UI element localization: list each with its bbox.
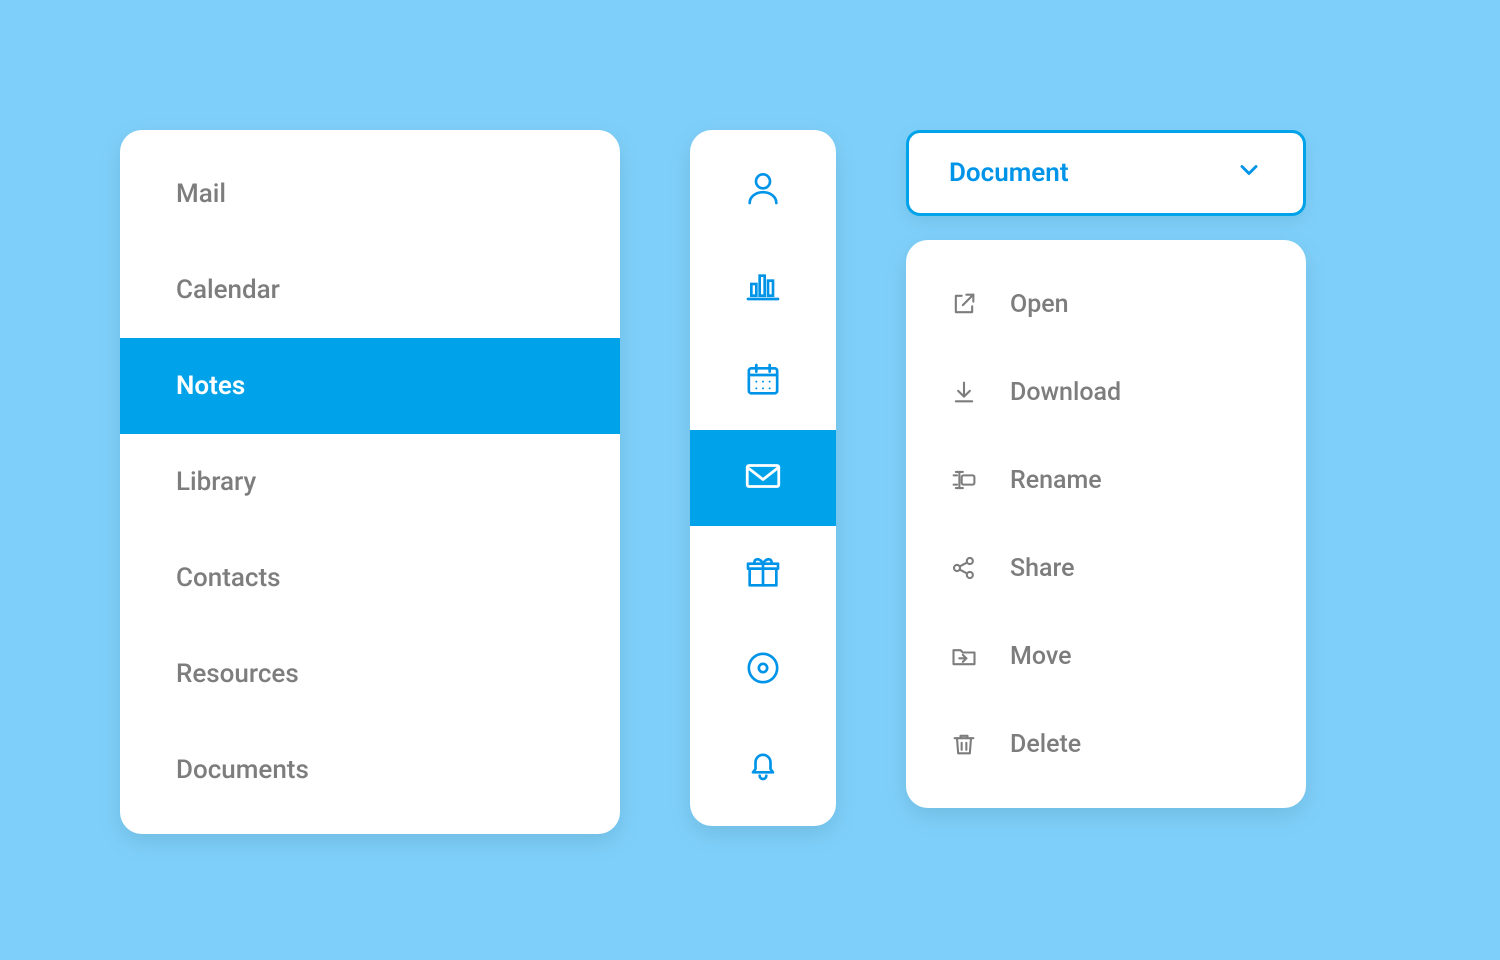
external-link-icon [948,288,980,320]
rail-item-gift[interactable] [690,526,836,622]
gift-icon [743,552,783,596]
rail-item-mail[interactable] [690,430,836,526]
sidebar-item-contacts[interactable]: Contacts [120,530,620,626]
sidebar-item-mail[interactable]: Mail [120,146,620,242]
chevron-down-icon [1235,156,1263,191]
dropdown-label: Document [949,158,1069,188]
menu-item-label: Move [1010,642,1072,671]
sidebar-item-resources[interactable]: Resources [120,626,620,722]
bar-chart-icon [743,264,783,308]
download-icon [948,376,980,408]
context-menu: Open Download Rename Share Move [906,240,1306,808]
menu-item-label: Rename [1010,466,1102,495]
sidebar-item-label: Library [176,467,256,497]
sidebar-item-calendar[interactable]: Calendar [120,242,620,338]
rail-item-disc[interactable] [690,622,836,718]
bell-icon [743,744,783,788]
rail-item-calendar[interactable] [690,334,836,430]
menu-item-label: Open [1010,290,1069,319]
rail-item-bell[interactable] [690,718,836,814]
sidebar-item-notes[interactable]: Notes [120,338,620,434]
right-column: Document Open Download Rename [906,130,1306,808]
menu-item-move[interactable]: Move [906,612,1306,700]
rename-icon [948,464,980,496]
trash-icon [948,728,980,760]
sidebar-item-documents[interactable]: Documents [120,722,620,818]
menu-item-label: Share [1010,554,1075,583]
calendar-icon [743,360,783,404]
sidebar-item-label: Resources [176,659,299,689]
share-icon [948,552,980,584]
sidebar-item-label: Documents [176,755,309,785]
folder-move-icon [948,640,980,672]
menu-item-share[interactable]: Share [906,524,1306,612]
sidebar-item-label: Notes [176,371,245,401]
sidebar-item-label: Mail [176,179,226,209]
disc-icon [743,648,783,692]
sidebar-item-library[interactable]: Library [120,434,620,530]
sidebar-navigation: Mail Calendar Notes Library Contacts Res… [120,130,620,834]
rail-item-user[interactable] [690,142,836,238]
menu-item-open[interactable]: Open [906,260,1306,348]
icon-rail [690,130,836,826]
menu-item-label: Delete [1010,730,1081,759]
menu-item-label: Download [1010,378,1121,407]
user-icon [743,168,783,212]
document-dropdown[interactable]: Document [906,130,1306,216]
sidebar-item-label: Contacts [176,563,280,593]
menu-item-delete[interactable]: Delete [906,700,1306,788]
menu-item-download[interactable]: Download [906,348,1306,436]
menu-item-rename[interactable]: Rename [906,436,1306,524]
rail-item-chart[interactable] [690,238,836,334]
sidebar-item-label: Calendar [176,275,280,305]
mail-icon [742,455,784,501]
